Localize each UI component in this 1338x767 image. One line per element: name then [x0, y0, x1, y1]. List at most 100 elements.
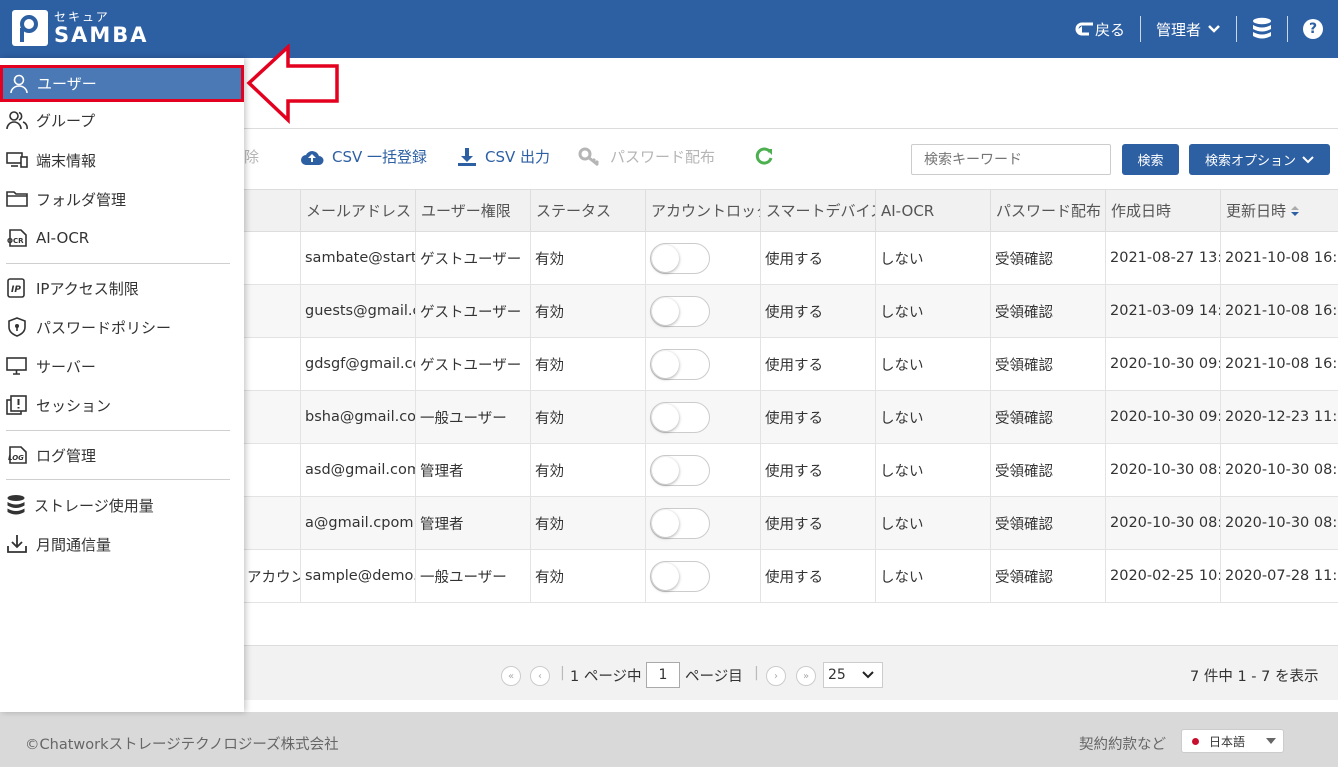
- column-status[interactable]: ステータス: [530, 190, 645, 231]
- ip-icon: IP: [7, 278, 25, 298]
- refresh-button[interactable]: [754, 146, 782, 166]
- page-number-input[interactable]: 1: [646, 662, 680, 688]
- column-created-at[interactable]: 作成日時: [1105, 190, 1220, 231]
- sidebar-item-session[interactable]: セッション: [0, 386, 244, 424]
- cell-account-name: [244, 497, 300, 549]
- account-lock-toggle[interactable]: [650, 348, 710, 380]
- cell-email: sample@demo.c: [300, 550, 415, 602]
- svg-text:IP: IP: [11, 285, 21, 295]
- account-lock-toggle[interactable]: [650, 454, 710, 486]
- japan-flag-icon: [1192, 737, 1199, 745]
- cell-smart-device: 使用する: [760, 497, 875, 549]
- app-logo[interactable]: セキュア SAMBA: [12, 10, 149, 46]
- cell-password-distribution: 受領確認: [990, 338, 1105, 390]
- cell-ai-ocr: しない: [875, 285, 990, 337]
- next-page-button[interactable]: ›: [766, 666, 786, 686]
- admin-label: 管理者: [1155, 20, 1201, 39]
- admin-menu[interactable]: 管理者: [1141, 19, 1236, 40]
- sidebar-item-label: サーバー: [36, 357, 96, 376]
- account-lock-toggle[interactable]: [650, 560, 710, 592]
- first-page-button[interactable]: «: [501, 666, 521, 686]
- copyright: ©Chatworkストレージテクノロジーズ株式会社: [25, 737, 339, 753]
- cell-account-lock: [645, 285, 760, 337]
- sidebar-item-device[interactable]: 端末情報: [0, 141, 244, 179]
- search-button[interactable]: 検索: [1122, 144, 1179, 175]
- sidebar-item-ai-ocr[interactable]: OCR AI-OCR: [0, 219, 244, 257]
- account-lock-toggle[interactable]: [650, 242, 710, 274]
- cell-ai-ocr: しない: [875, 338, 990, 390]
- cell-password-distribution: 受領確認: [990, 232, 1105, 284]
- sidebar-item-user[interactable]: ユーザー: [0, 65, 244, 102]
- chevron-down-icon: [862, 671, 874, 679]
- account-lock-toggle[interactable]: [650, 507, 710, 539]
- cell-updated-at: 2020-10-30 08:5: [1220, 497, 1338, 549]
- column-email[interactable]: メールアドレス: [300, 190, 415, 231]
- column-smart-device[interactable]: スマートデバイス: [760, 190, 875, 231]
- search-options-button[interactable]: 検索オプション: [1189, 144, 1330, 175]
- sidebar-item-ip-access[interactable]: IP IPアクセス制限: [0, 269, 244, 307]
- results-summary: 7 件中 1 - 7 を表示: [1190, 669, 1319, 685]
- cell-created-at: 2021-08-27 13:2: [1105, 232, 1220, 284]
- cell-password-distribution: 受領確認: [990, 444, 1105, 496]
- back-label: 戻る: [1094, 20, 1125, 39]
- download-icon: [7, 535, 27, 553]
- cell-account-name: アカウン: [247, 569, 300, 586]
- sidebar-item-log[interactable]: LOG ログ管理: [0, 436, 244, 474]
- folder-icon: [6, 191, 28, 207]
- column-ai-ocr[interactable]: AI-OCR: [875, 190, 990, 231]
- account-lock-toggle[interactable]: [650, 401, 710, 433]
- cell-account-lock: [645, 391, 760, 443]
- ocr-icon: OCR: [7, 229, 27, 247]
- search-input[interactable]: [911, 144, 1111, 175]
- cell-role: 管理者: [415, 497, 530, 549]
- logo-subtitle: セキュア: [54, 9, 110, 24]
- account-lock-toggle[interactable]: [650, 295, 710, 327]
- terms-link[interactable]: 契約約款など: [1079, 733, 1166, 754]
- csv-export-button[interactable]: CSV 出力: [457, 146, 550, 167]
- csv-import-button[interactable]: CSV 一括登録: [300, 146, 427, 167]
- column-role[interactable]: ユーザー権限: [415, 190, 530, 231]
- back-button[interactable]: 戻る: [1060, 19, 1140, 40]
- sidebar-item-server[interactable]: サーバー: [0, 347, 244, 385]
- cell-account-lock: [645, 497, 760, 549]
- cell-role: ゲストユーザー: [415, 338, 530, 390]
- svg-text:OCR: OCR: [7, 237, 24, 245]
- per-page-select[interactable]: 25: [823, 662, 883, 688]
- cell-email: bsha@gmail.con: [300, 391, 415, 443]
- sidebar-item-label: ユーザー: [37, 75, 97, 93]
- cell-updated-at: 2020-12-23 11:5: [1220, 391, 1338, 443]
- column-account-lock[interactable]: アカウントロック: [645, 190, 760, 231]
- sidebar-item-label: パスワードポリシー: [36, 318, 172, 337]
- sidebar-item-monthly-traffic[interactable]: 月間通信量: [0, 525, 244, 563]
- annotation-arrow-icon: [246, 44, 339, 124]
- sidebar-item-label: ストレージ使用量: [34, 496, 154, 515]
- column-updated-at[interactable]: 更新日時: [1220, 190, 1330, 231]
- sidebar-item-password-policy[interactable]: パスワードポリシー: [0, 308, 244, 346]
- cell-status: 有効: [530, 497, 645, 549]
- key-icon: [578, 147, 600, 166]
- help-button[interactable]: ?: [1288, 19, 1338, 39]
- cell-updated-at: 2021-10-08 16:3: [1220, 285, 1338, 337]
- cell-ai-ocr: しない: [875, 232, 990, 284]
- storage-button[interactable]: [1237, 17, 1287, 41]
- cell-status: 有効: [530, 391, 645, 443]
- cell-ai-ocr: しない: [875, 444, 990, 496]
- shield-icon: [8, 317, 26, 337]
- cell-smart-device: 使用する: [760, 444, 875, 496]
- refresh-icon: [755, 147, 773, 165]
- cell-ai-ocr: しない: [875, 550, 990, 602]
- sidebar-item-folder[interactable]: フォルダ管理: [0, 180, 244, 218]
- delete-button[interactable]: 除: [244, 146, 259, 167]
- cloud-upload-icon: [301, 150, 324, 165]
- last-page-button[interactable]: »: [796, 666, 816, 686]
- prev-page-button[interactable]: ‹: [530, 666, 550, 686]
- per-page-value: 25: [828, 667, 846, 683]
- password-distribute-button[interactable]: パスワード配布: [578, 146, 715, 167]
- column-password-distribution[interactable]: パスワード配布: [990, 190, 1105, 231]
- sidebar-item-group[interactable]: グループ: [0, 101, 244, 139]
- cell-status: 有効: [530, 285, 645, 337]
- sidebar-item-storage[interactable]: ストレージ使用量: [0, 486, 244, 524]
- cell-status: 有効: [530, 232, 645, 284]
- device-icon: [6, 152, 28, 168]
- language-select[interactable]: 日本語: [1181, 729, 1284, 753]
